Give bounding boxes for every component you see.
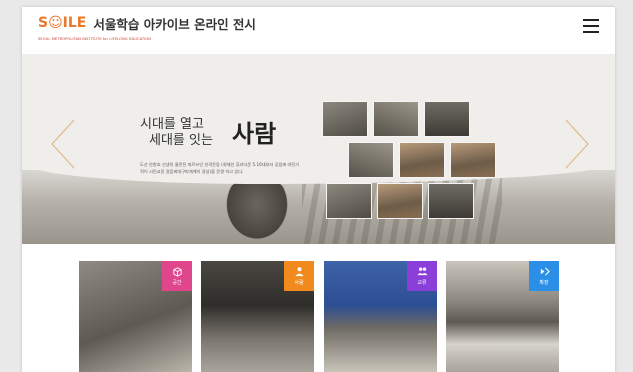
next-slide-button[interactable] [564,118,590,170]
hero-description: 도산 안창호 선생의 물린된 따르쓰인 인곽운동 (회체인 휴리더운 5.16대… [140,162,300,174]
card-label: 교류 [417,280,427,286]
hero-heading: 시대를 열고 세대를 잇는 [140,117,213,149]
card-exchange[interactable]: 교류 [324,261,437,372]
collage-photo [322,101,368,137]
hero-big-word: 사람 [232,119,277,148]
card-badge: 교류 [407,261,437,291]
chevron-left-icon [51,119,75,169]
cube-icon [172,267,182,277]
collage-photo [428,183,474,219]
menu-button[interactable] [583,19,599,33]
card-people[interactable]: 사람 [201,261,314,372]
logo-mark: S☺ILE [38,15,87,31]
card-label: 확장 [539,280,549,286]
card-badge: 공간 [162,261,192,291]
collage-photo [373,101,419,137]
collage-photo [377,183,423,219]
card-space[interactable]: 공간 [79,261,192,372]
card-label: 사람 [294,280,304,286]
hero-line-1: 시대를 열고 [140,117,204,132]
collage-photo [424,101,470,137]
prev-slide-button[interactable] [50,118,76,170]
card-expansion[interactable]: 확장 [446,261,559,372]
expand-icon [540,267,550,276]
collage-photo [348,142,394,178]
card-label: 공간 [172,280,182,286]
hero-banner: 시대를 열고 세대를 잇는 사람 도산 안창호 선생의 물린된 따르쓰인 인곽운… [22,54,615,244]
site-header: S☺ILE 서울학습 아카이브 온라인 전시 SEOUL METROPOLITA… [22,7,615,47]
hero-line-2: 세대를 잇는 [149,133,213,148]
category-cards: 공간 사람 교류 확장 [79,261,559,372]
collage-photo [399,142,445,178]
site-logo[interactable]: S☺ILE 서울학습 아카이브 온라인 전시 [38,14,256,32]
group-icon [416,267,428,276]
photo-collage [322,101,502,244]
page-frame: S☺ILE 서울학습 아카이브 온라인 전시 SEOUL METROPOLITA… [22,7,615,372]
institute-subtitle: SEOUL METROPOLITAN INSTITUTE for LIFELON… [38,37,152,41]
person-icon [294,267,304,277]
collage-photo [450,142,496,178]
hamburger-icon [583,19,599,21]
collage-photo [326,183,372,219]
card-badge: 확장 [529,261,559,291]
site-title: 서울학습 아카이브 온라인 전시 [93,16,256,32]
chevron-right-icon [565,119,589,169]
card-badge: 사람 [284,261,314,291]
